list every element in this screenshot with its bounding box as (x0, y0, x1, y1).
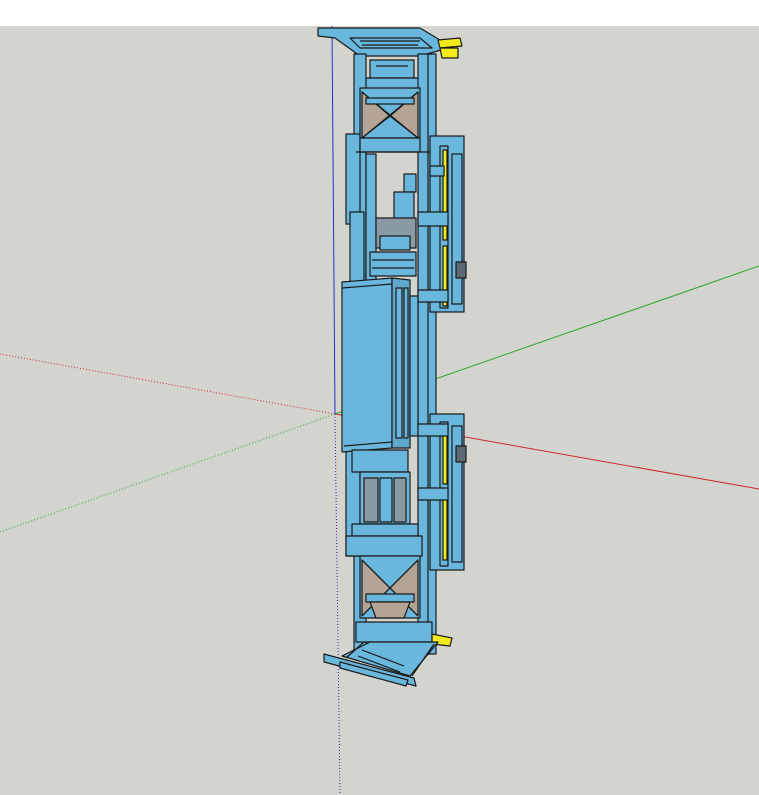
red-axis-negative (0, 353, 336, 415)
modeling-app-window: 3D modeling viewport (0, 0, 759, 795)
blue-axis-negative (334, 413, 341, 795)
green-axis-negative (0, 413, 336, 533)
lift-frame-model[interactable] (317, 27, 467, 687)
scene-canvas[interactable] (0, 26, 759, 795)
front-cabinet (341, 277, 419, 453)
3d-viewport[interactable]: 3D modeling viewport (0, 26, 759, 795)
upper-brace-section (356, 87, 432, 153)
top-head-assembly (317, 27, 463, 91)
blue-axis-positive (331, 26, 336, 415)
toolbar-area (0, 0, 759, 26)
lower-brace-section (359, 555, 421, 619)
